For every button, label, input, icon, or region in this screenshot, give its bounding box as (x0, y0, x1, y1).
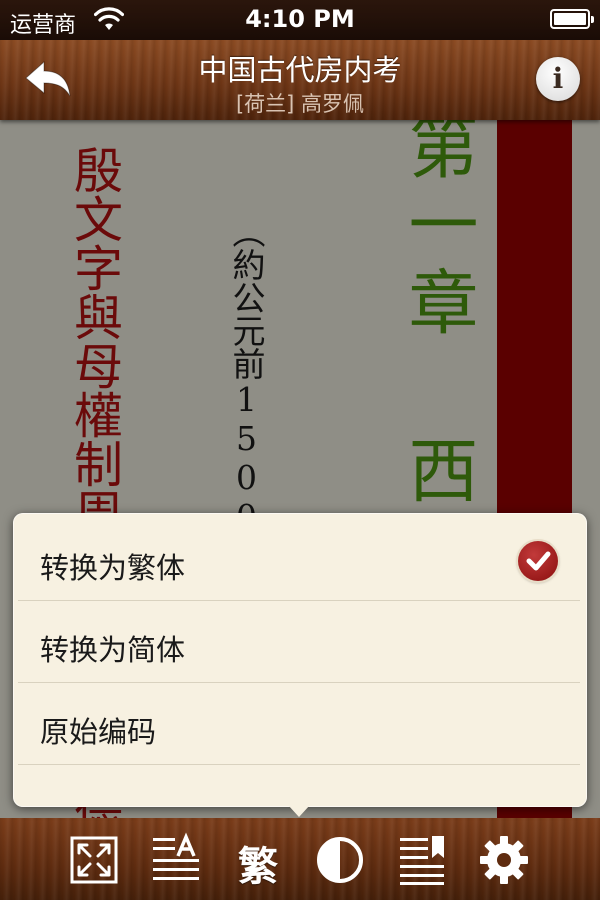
info-icon: i (552, 62, 564, 95)
status-time: 4:10 PM (245, 5, 355, 33)
fullscreen-button[interactable] (66, 832, 122, 888)
font-size-button[interactable] (148, 832, 204, 888)
menu-item-traditional[interactable]: 转换为繁体 (18, 519, 580, 601)
fullscreen-icon (70, 836, 118, 884)
font-size-icon (153, 832, 199, 880)
info-button[interactable]: i (536, 57, 580, 101)
status-bar: 运营商 4:10 PM (0, 0, 600, 40)
settings-button[interactable] (476, 832, 532, 888)
menu-item-label: 转换为繁体 (40, 551, 186, 585)
menu-pointer-arrow (288, 805, 310, 817)
settings-gear-icon (480, 836, 528, 884)
menu-item-simplified[interactable]: 转换为简体 (18, 601, 580, 683)
checkmark-icon (518, 541, 558, 581)
bottom-toolbar: 繁 (0, 818, 600, 900)
section-heading: 殷文字與母權制周天道觀與「德 (65, 145, 123, 820)
battery-icon (550, 9, 594, 29)
book-title: 中国古代房内考 (198, 53, 402, 87)
book-author: [荷兰] 高罗佩 (235, 92, 365, 116)
menu-item-label: 原始编码 (40, 715, 157, 749)
encoding-menu: 转换为繁体 转换为简体 原始编码 (13, 513, 587, 807)
traditional-chinese-icon: 繁 (238, 843, 278, 890)
table-of-contents-button[interactable] (394, 832, 450, 888)
menu-item-original-encoding[interactable]: 原始编码 (18, 683, 580, 765)
contrast-button[interactable] (312, 832, 368, 888)
traditional-chinese-button[interactable]: 繁 (230, 832, 286, 890)
table-of-contents-icon (400, 836, 444, 885)
contrast-icon (317, 837, 363, 883)
navigation-bar: 中国古代房内考 [荷兰] 高罗佩 i (0, 40, 600, 120)
menu-item-label: 转换为简体 (40, 633, 186, 667)
